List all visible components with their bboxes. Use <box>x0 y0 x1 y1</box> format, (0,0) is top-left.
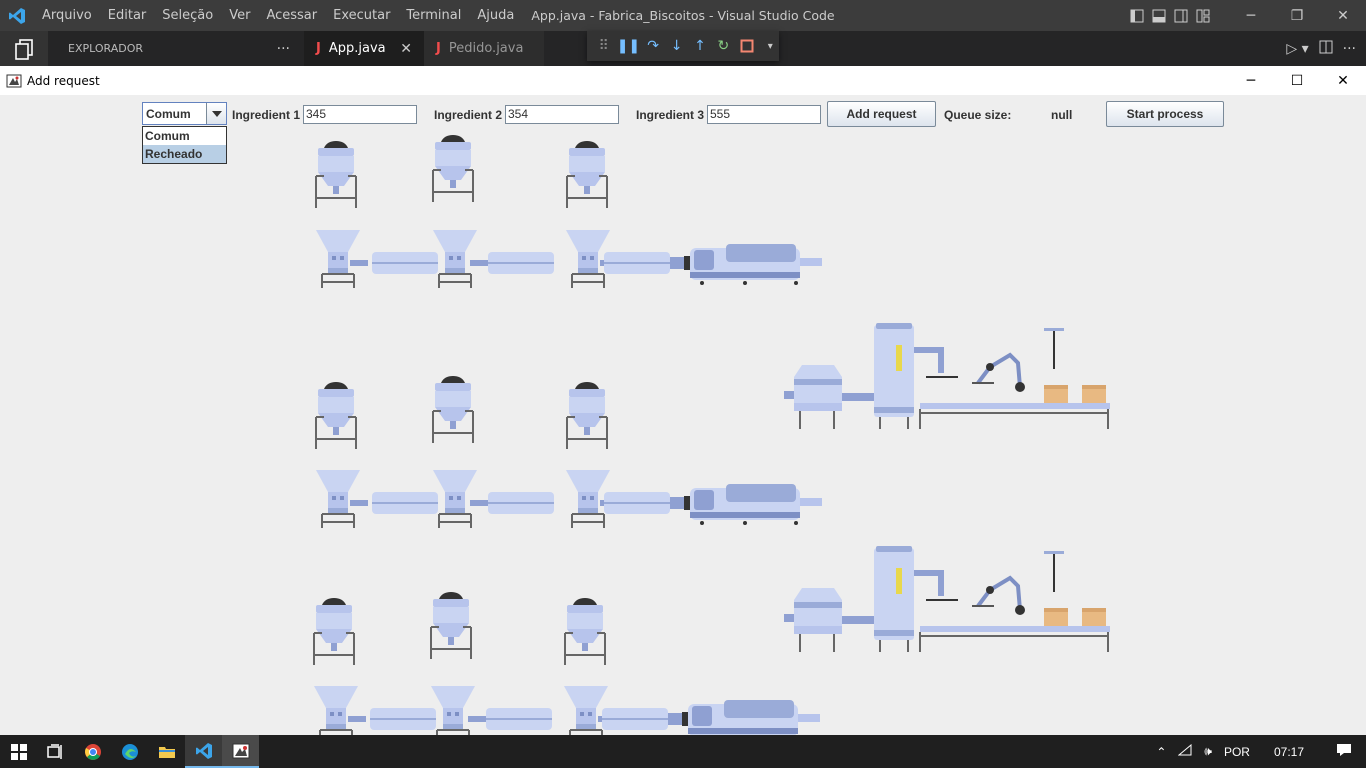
network-icon[interactable] <box>1172 743 1198 759</box>
menu-executar[interactable]: Executar <box>325 0 398 31</box>
vscode-menubar: Arquivo Editar Seleção Ver Acessar Execu… <box>34 0 522 31</box>
add-request-button[interactable]: Add request <box>827 101 936 127</box>
packing-station <box>782 321 1112 431</box>
ingredient-hopper <box>566 381 608 450</box>
notifications-icon[interactable] <box>1322 743 1366 760</box>
java-window-titlebar: Add request ─ ☐ ✕ <box>0 66 1366 95</box>
windows-taskbar: ⌃ 🕪 POR 07:17 <box>0 735 1366 768</box>
ingredient-hopper <box>315 381 357 450</box>
stop-icon[interactable] <box>738 36 755 56</box>
cookie-type-combo[interactable]: Comum <box>142 102 227 125</box>
ingredient2-label: Ingredient 2 <box>434 108 503 122</box>
toggle-panel-icon[interactable] <box>1148 0 1170 31</box>
windows-start-icon[interactable] <box>0 735 37 768</box>
debug-toolbar: ⠿ ❚❚ ↷ ↓ ↑ ↻ ▾ <box>587 31 779 61</box>
menu-selecao[interactable]: Seleção <box>154 0 221 31</box>
close-icon[interactable]: ✕ <box>1320 66 1366 95</box>
ingredient2-field[interactable]: 354 <box>505 105 619 124</box>
explorer-header: EXPLORADOR ··· <box>48 31 304 66</box>
production-line <box>316 230 822 288</box>
restore-icon[interactable]: ❐ <box>1274 0 1320 31</box>
ingredient-hopper <box>430 591 472 660</box>
menu-terminal[interactable]: Terminal <box>398 0 469 31</box>
java-app-icon <box>6 73 22 89</box>
close-icon[interactable]: ✕ <box>1320 0 1366 31</box>
production-line <box>316 470 822 528</box>
pause-icon[interactable]: ❚❚ <box>617 36 640 56</box>
combo-option-recheado[interactable]: Recheado <box>143 145 226 163</box>
split-editor-icon[interactable] <box>1319 39 1333 58</box>
customize-layout-icon[interactable] <box>1192 0 1214 31</box>
java-window-body: Comum Comum Recheado Ingredient 1 345 In… <box>0 95 1366 735</box>
menu-ajuda[interactable]: Ajuda <box>469 0 522 31</box>
start-process-button[interactable]: Start process <box>1106 101 1224 127</box>
ingredient-hopper <box>566 140 608 209</box>
ingredient-hopper <box>432 375 474 444</box>
minimize-icon[interactable]: ─ <box>1228 66 1274 95</box>
java-app-taskbar-icon[interactable] <box>222 735 259 768</box>
combo-selected-value: Comum <box>146 107 191 121</box>
chevron-up-icon[interactable]: ⌃ <box>1150 745 1172 759</box>
ingredient-hopper <box>432 134 474 203</box>
ingredient3-label: Ingredient 3 <box>636 108 705 122</box>
ingredient-hopper <box>564 597 606 666</box>
packing-station <box>782 544 1112 654</box>
file-explorer-icon[interactable] <box>148 735 185 768</box>
step-out-icon[interactable]: ↑ <box>691 36 708 56</box>
ingredient-hopper <box>313 597 355 666</box>
java-file-icon: J <box>316 41 321 56</box>
toggle-sidebar-icon[interactable] <box>1126 0 1148 31</box>
edge-icon[interactable] <box>111 735 148 768</box>
menu-acessar[interactable]: Acessar <box>258 0 325 31</box>
java-window-title: Add request <box>27 73 100 88</box>
drag-handle-icon[interactable]: ⠿ <box>595 36 612 56</box>
minimize-icon[interactable]: ─ <box>1228 0 1274 31</box>
step-over-icon[interactable]: ↷ <box>644 36 661 56</box>
maximize-icon[interactable]: ☐ <box>1274 66 1320 95</box>
production-line <box>314 686 820 735</box>
chevron-down-icon[interactable]: ▾ <box>762 36 779 56</box>
restart-icon[interactable]: ↻ <box>715 36 732 56</box>
explorer-label: EXPLORADOR <box>68 42 144 55</box>
ingredient1-label: Ingredient 1 <box>232 108 301 122</box>
chrome-icon[interactable] <box>74 735 111 768</box>
volume-icon[interactable]: 🕪 <box>1198 744 1218 759</box>
vscode-logo-icon <box>0 0 34 31</box>
vscode-window-title: App.java - Fabrica_Biscoitos - Visual St… <box>531 8 835 23</box>
editor-actions: ▷ ▾ ··· <box>1286 31 1356 66</box>
tab-close-icon[interactable]: ✕ <box>400 41 412 57</box>
ingredient3-field[interactable]: 555 <box>707 105 821 124</box>
menu-arquivo[interactable]: Arquivo <box>34 0 100 31</box>
vscode-taskbar-icon[interactable] <box>185 735 222 768</box>
clock[interactable]: 07:17 <box>1256 745 1322 759</box>
ingredient-hopper <box>315 140 357 209</box>
tab-label: Pedido.java <box>448 41 524 56</box>
vscode-titlebar: Arquivo Editar Seleção Ver Acessar Execu… <box>0 0 1366 31</box>
tab-label: App.java <box>328 41 386 56</box>
tab-pedido-java[interactable]: J Pedido.java <box>424 31 544 66</box>
java-file-icon: J <box>436 41 441 56</box>
chevron-down-icon[interactable] <box>206 103 226 124</box>
combo-option-comum[interactable]: Comum <box>143 127 226 145</box>
toggle-secondary-sidebar-icon[interactable] <box>1170 0 1192 31</box>
combo-dropdown-list: Comum Recheado <box>142 126 227 164</box>
menu-ver[interactable]: Ver <box>221 0 258 31</box>
explorer-more-icon[interactable]: ··· <box>277 41 290 57</box>
language-indicator[interactable]: POR <box>1218 745 1256 759</box>
tab-app-java[interactable]: J App.java ✕ <box>304 31 424 66</box>
step-into-icon[interactable]: ↓ <box>668 36 685 56</box>
task-view-icon[interactable] <box>37 735 74 768</box>
queue-size-value: null <box>1051 108 1073 122</box>
run-icon[interactable]: ▷ ▾ <box>1286 41 1308 57</box>
explorer-files-icon[interactable] <box>0 31 48 66</box>
menu-editar[interactable]: Editar <box>100 0 155 31</box>
queue-size-label: Queue size: <box>944 108 1012 122</box>
system-tray: ⌃ 🕪 POR 07:17 <box>1150 735 1366 768</box>
more-actions-icon[interactable]: ··· <box>1343 41 1356 57</box>
ingredient1-field[interactable]: 345 <box>303 105 417 124</box>
factory-illustration <box>313 134 1112 735</box>
